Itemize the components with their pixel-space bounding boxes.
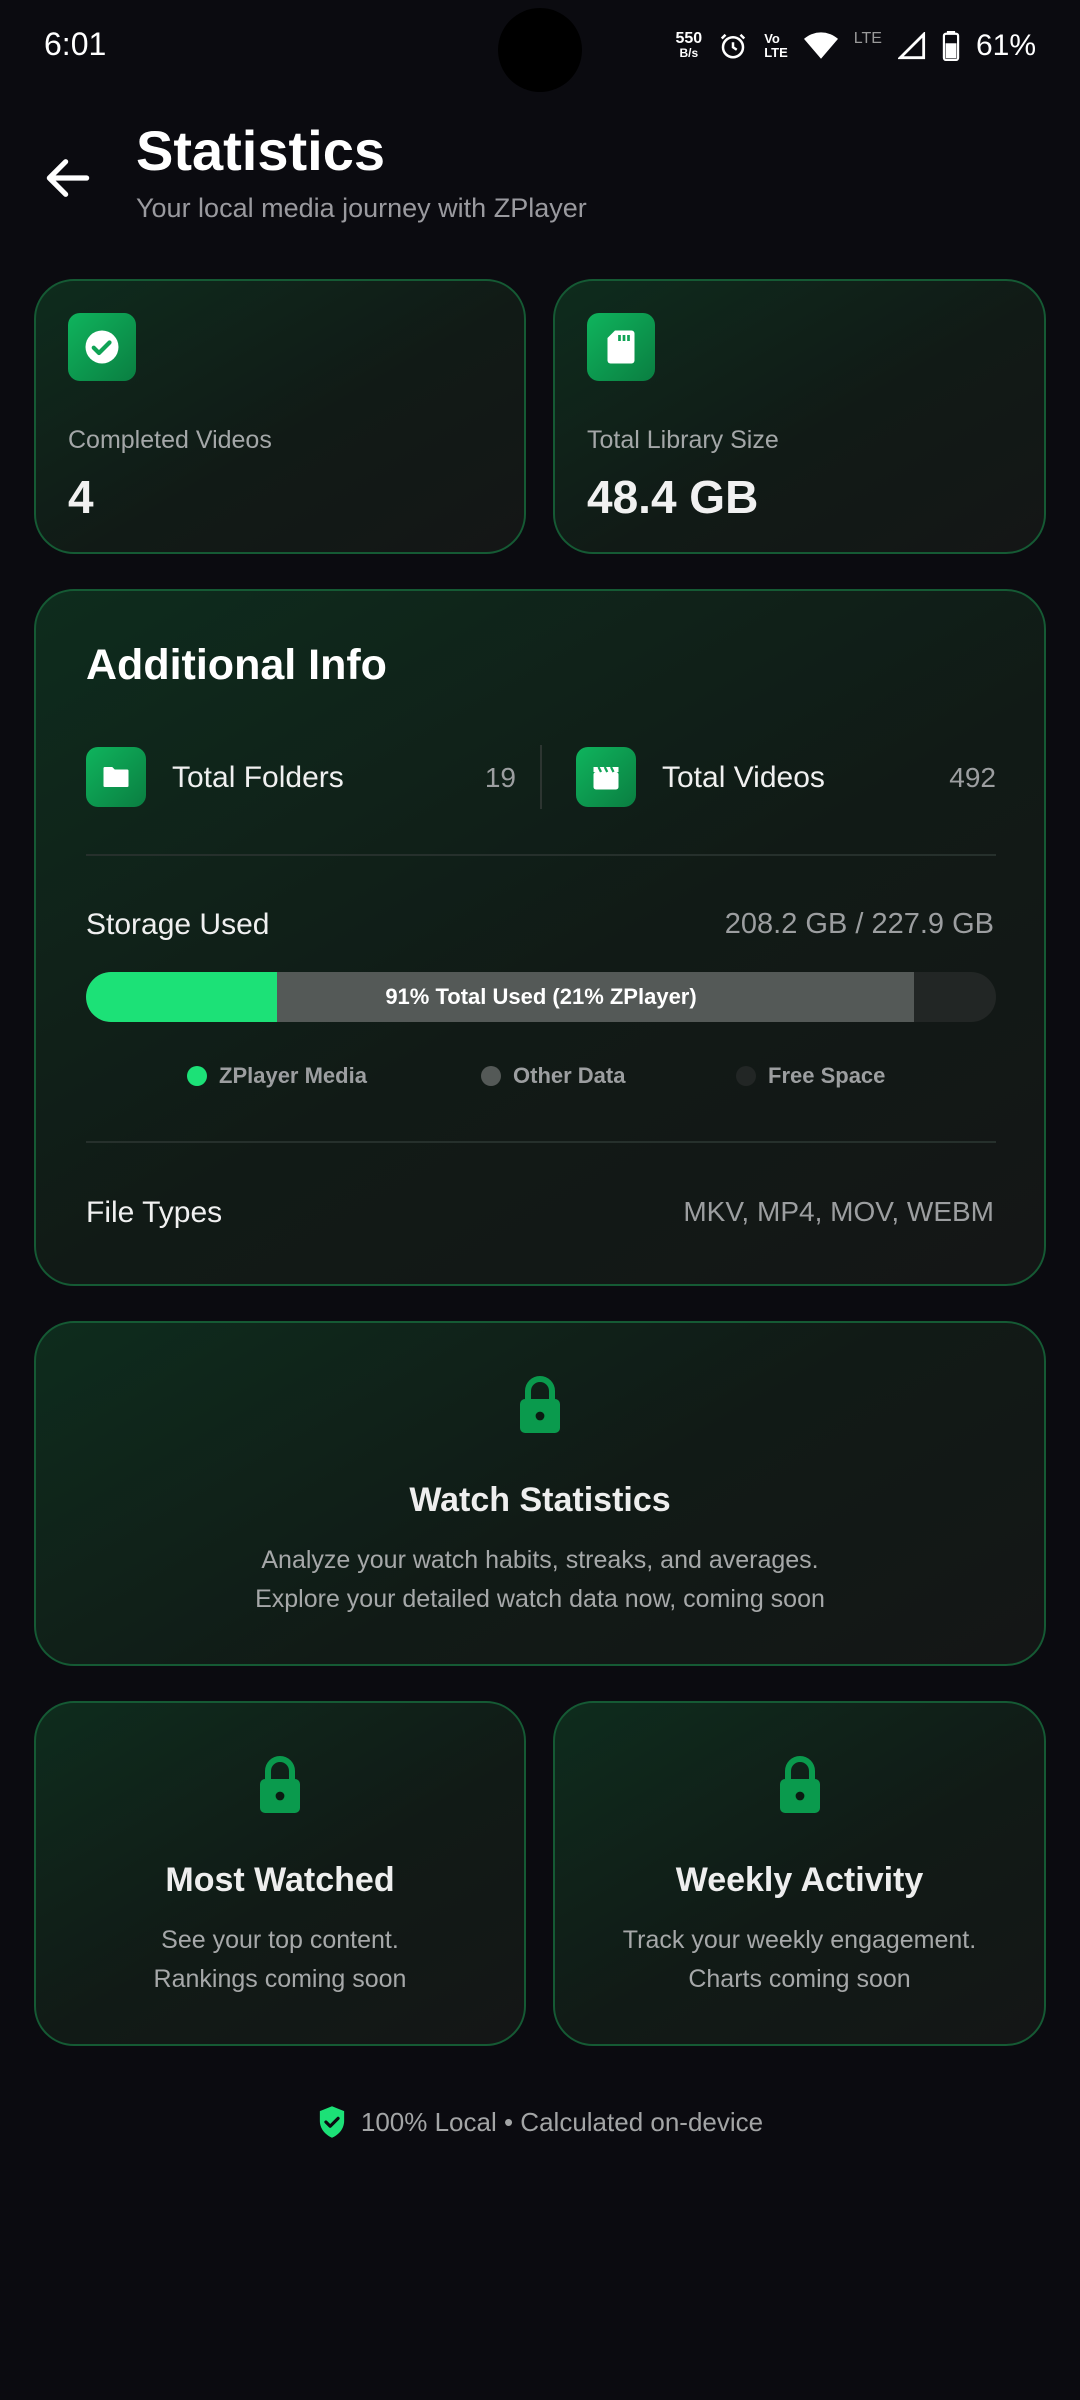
legend-zplayer-media: ZPlayer Media — [187, 1063, 367, 1089]
status-time: 6:01 — [44, 26, 107, 62]
file-types-label: File Types — [86, 1196, 223, 1229]
total-folders-count: 19 — [484, 762, 516, 793]
watch-statistics-line1: Analyze your watch habits, streaks, and … — [261, 1546, 819, 1574]
legend-free-dot — [736, 1066, 756, 1086]
network-speed: 550 B/s — [675, 30, 703, 61]
legend-zplayer-dot — [187, 1066, 207, 1086]
lock-icon — [776, 1755, 824, 1820]
page-title: Statistics — [136, 119, 385, 182]
back-button[interactable] — [40, 150, 96, 206]
watch-statistics-card[interactable]: Watch Statistics Analyze your watch habi… — [34, 1321, 1046, 1666]
front-camera — [498, 8, 582, 92]
watch-statistics-line2: Explore your detailed watch data now, co… — [255, 1585, 825, 1613]
weekly-activity-line2: Charts coming soon — [688, 1965, 911, 1993]
file-types-value: MKV, MP4, MOV, WEBM — [683, 1196, 994, 1227]
most-watched-card[interactable]: Most Watched See your top content. Ranki… — [34, 1701, 526, 2046]
completed-videos-value: 4 — [68, 471, 94, 523]
completed-videos-card: Completed Videos 4 — [34, 279, 526, 554]
clapperboard-icon — [576, 747, 636, 807]
network-speed-value: 550 — [675, 30, 703, 47]
alarm-icon — [721, 33, 746, 59]
legend-zplayer-label: ZPlayer Media — [219, 1063, 367, 1088]
footer-text: 100% Local • Calculated on-device — [360, 2106, 764, 2137]
back-arrow-icon — [46, 159, 90, 197]
battery-percent: 61% — [975, 29, 1036, 62]
status-icons: 550 B/s Vo LTE LTE 61% — [676, 24, 1037, 68]
volte-bottom: LTE — [764, 45, 788, 60]
most-watched-title: Most Watched — [165, 1861, 395, 1899]
legend-free-space: Free Space — [736, 1063, 885, 1089]
total-folders-label: Total Folders — [172, 761, 344, 794]
section-divider — [86, 854, 996, 856]
weekly-activity-card[interactable]: Weekly Activity Track your weekly engage… — [553, 1701, 1046, 2046]
section-divider — [86, 1141, 996, 1143]
additional-info-card: Additional Info Total Folders 19 Total V… — [34, 589, 1046, 1286]
most-watched-line2: Rankings coming soon — [153, 1965, 407, 1993]
legend-other-label: Other Data — [513, 1063, 626, 1088]
battery-icon — [942, 31, 960, 61]
storage-used-value: 208.2 GB / 227.9 GB — [724, 908, 994, 940]
network-speed-unit: B/s — [679, 46, 699, 60]
completed-videos-label: Completed Videos — [68, 426, 272, 454]
storage-used-label: Storage Used — [86, 908, 270, 941]
lock-icon — [516, 1375, 564, 1440]
weekly-activity-line1: Track your weekly engagement. — [622, 1926, 977, 1954]
weekly-activity-title: Weekly Activity — [675, 1861, 924, 1899]
storage-progress-bar: 91% Total Used (21% ZPlayer) — [86, 972, 996, 1022]
total-videos-count: 492 — [949, 762, 996, 793]
watch-statistics-title: Watch Statistics — [409, 1481, 671, 1519]
volte-top: Vo — [764, 31, 780, 46]
volte-icon: Vo LTE — [764, 32, 788, 60]
signal-icon — [897, 32, 926, 60]
library-size-value: 48.4 GB — [587, 471, 759, 523]
legend-other-dot — [481, 1066, 501, 1086]
most-watched-line1: See your top content. — [161, 1926, 399, 1954]
page-subtitle: Your local media journey with ZPlayer — [136, 193, 587, 223]
status-bar: 6:01 550 B/s Vo LTE LTE 61% — [0, 0, 1080, 92]
legend-other-data: Other Data — [481, 1063, 625, 1089]
library-size-label: Total Library Size — [587, 426, 779, 454]
lock-icon — [256, 1755, 304, 1820]
lte-label: LTE — [853, 30, 882, 47]
total-videos-label: Total Videos — [662, 761, 825, 794]
additional-info-title: Additional Info — [86, 641, 387, 689]
sd-card-icon — [587, 313, 655, 381]
stats-row-divider — [540, 745, 542, 809]
storage-bar-text: 91% Total Used (21% ZPlayer) — [385, 984, 697, 1009]
shield-check-icon — [319, 2106, 345, 2138]
check-circle-icon — [68, 313, 136, 381]
folder-icon — [86, 747, 146, 807]
wifi-icon — [803, 32, 838, 59]
legend-free-label: Free Space — [768, 1063, 886, 1088]
library-size-card: Total Library Size 48.4 GB — [553, 279, 1046, 554]
footer: 100% Local • Calculated on-device — [0, 2105, 1080, 2139]
